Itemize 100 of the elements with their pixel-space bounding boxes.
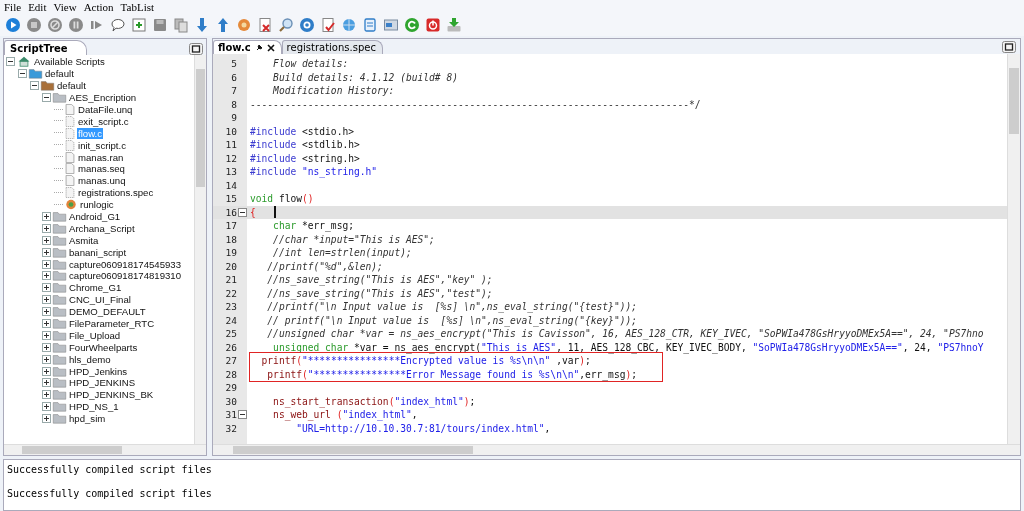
document-check-icon[interactable] xyxy=(320,17,336,33)
code-line: //int len=strlen(input); xyxy=(272,247,412,259)
expand-icon[interactable] xyxy=(42,366,51,376)
collapse-icon[interactable] xyxy=(42,93,51,103)
scrollbar[interactable] xyxy=(4,444,206,455)
tree-item[interactable]: capture060918174545933 xyxy=(68,258,183,270)
maximize-icon[interactable] xyxy=(1002,41,1016,53)
menu-item[interactable]: View xyxy=(53,0,77,14)
collapse-icon[interactable] xyxy=(6,57,15,67)
stop-icon[interactable] xyxy=(26,17,42,33)
expand-icon[interactable] xyxy=(42,414,51,424)
tree-item[interactable]: FourWheelparts xyxy=(68,341,139,353)
tree-item[interactable]: banani_script xyxy=(68,246,128,258)
menu-item[interactable]: TabList xyxy=(120,0,155,14)
line-number: 18 xyxy=(224,232,237,246)
close-icon[interactable] xyxy=(266,43,275,52)
tree-item[interactable]: Android_G1 xyxy=(68,211,122,222)
line-number: 26 xyxy=(224,340,237,354)
expand-icon[interactable] xyxy=(42,307,51,317)
globe-icon[interactable] xyxy=(341,17,357,33)
scrollbar[interactable] xyxy=(194,55,206,444)
pin-icon[interactable] xyxy=(254,43,263,52)
tree-item[interactable]: hls_demo xyxy=(68,353,112,365)
collapse-icon[interactable] xyxy=(18,69,27,79)
up-arrow-icon[interactable] xyxy=(215,17,231,33)
menu-item[interactable]: File xyxy=(4,0,22,14)
expand-icon[interactable] xyxy=(42,319,51,329)
tree-item[interactable]: CNC_UI_Final xyxy=(68,294,132,306)
tree-item[interactable]: DataFile.unq xyxy=(77,104,134,115)
tree-item[interactable]: Asmita xyxy=(68,234,100,246)
editor-tab[interactable]: flow.c xyxy=(213,40,282,54)
scrollbar[interactable] xyxy=(1007,54,1020,444)
tree-item[interactable]: manas.ran xyxy=(77,151,125,163)
tree-item[interactable]: registrations.spec xyxy=(77,187,155,199)
folder-icon xyxy=(52,258,67,270)
tree-item[interactable]: init_script.c xyxy=(77,139,127,151)
expand-icon[interactable] xyxy=(42,390,51,400)
code-line: #include <stdlib.h> xyxy=(250,139,360,151)
code-line: //printf("%d",&len); xyxy=(266,260,383,272)
magnifier-icon[interactable] xyxy=(278,17,294,33)
expand-icon[interactable] xyxy=(42,212,51,221)
expand-icon[interactable] xyxy=(42,283,51,293)
window-icon[interactable] xyxy=(383,17,399,33)
line-number: 9 xyxy=(230,111,237,125)
expand-icon[interactable] xyxy=(42,342,51,352)
tree-item[interactable]: exit_script.c xyxy=(77,115,130,127)
tree-item[interactable]: FileParameter_RTC xyxy=(68,318,156,330)
tree-item[interactable]: AES_Encription xyxy=(68,92,138,104)
menu-item[interactable]: Edit xyxy=(28,0,47,14)
menu-item[interactable]: Action xyxy=(83,0,114,14)
pause-icon[interactable] xyxy=(68,17,84,33)
tree-item[interactable]: DEMO_DEFAULT xyxy=(68,306,147,318)
editor-tab[interactable]: registrations.spec xyxy=(281,40,383,54)
tree-item[interactable]: manas.seq xyxy=(77,163,126,175)
expand-icon[interactable] xyxy=(42,259,51,269)
tree-item[interactable]: Chrome_G1 xyxy=(68,282,123,294)
tree-item[interactable]: capture060918174819310 xyxy=(68,270,183,282)
home-icon xyxy=(16,56,32,68)
tree-item[interactable]: hpd_sim xyxy=(68,413,107,425)
save-icon[interactable] xyxy=(152,17,168,33)
expand-icon[interactable] xyxy=(42,223,51,233)
collapse-icon[interactable] xyxy=(237,410,247,420)
down-arrow-icon[interactable] xyxy=(194,17,210,33)
tree-item[interactable]: HPD_JENKINS_BK xyxy=(68,389,155,401)
tree-item[interactable]: HPD_NS_1 xyxy=(68,401,120,413)
scrollbar[interactable] xyxy=(213,444,1020,455)
tree-item[interactable]: HPD_JENKINS xyxy=(68,377,137,389)
expand-icon[interactable] xyxy=(42,402,51,412)
expand-icon[interactable] xyxy=(42,295,51,305)
expand-icon[interactable] xyxy=(42,235,51,245)
expand-icon[interactable] xyxy=(42,354,51,364)
code-line: ns_web_url ("index_html", xyxy=(272,409,418,421)
speech-bubble-icon[interactable] xyxy=(110,17,126,33)
folder-icon xyxy=(52,92,67,104)
refresh-icon[interactable] xyxy=(404,17,420,33)
tree-item[interactable]: Available Scripts xyxy=(33,56,106,68)
folder-icon xyxy=(52,270,67,282)
document-x-icon[interactable] xyxy=(257,17,273,33)
scroll-icon[interactable] xyxy=(362,17,378,33)
maximize-icon[interactable] xyxy=(189,43,203,55)
block-icon[interactable] xyxy=(47,17,63,33)
panel-tab[interactable]: ScriptTree xyxy=(4,40,87,55)
tree-item[interactable]: File_Upload xyxy=(68,329,122,341)
download-icon[interactable] xyxy=(446,17,462,33)
tree-item[interactable]: manas.unq xyxy=(77,175,127,187)
expand-icon[interactable] xyxy=(42,378,51,388)
play-icon[interactable] xyxy=(5,17,21,33)
tree-item[interactable]: default xyxy=(56,80,87,92)
tree-item[interactable]: default xyxy=(44,68,75,80)
add-page-icon[interactable] xyxy=(131,17,147,33)
tree-item[interactable]: Archana_Script xyxy=(68,222,136,234)
power-icon[interactable] xyxy=(425,17,441,33)
tree-item[interactable]: HPD_Jenkins xyxy=(68,365,129,377)
collapse-icon[interactable] xyxy=(30,81,39,91)
collapse-icon[interactable] xyxy=(237,207,247,217)
expand-icon[interactable] xyxy=(42,330,51,340)
folder-icon xyxy=(28,68,43,80)
expand-icon[interactable] xyxy=(42,247,51,257)
expand-icon[interactable] xyxy=(42,271,51,281)
tree-item[interactable]: runlogic xyxy=(79,199,115,211)
